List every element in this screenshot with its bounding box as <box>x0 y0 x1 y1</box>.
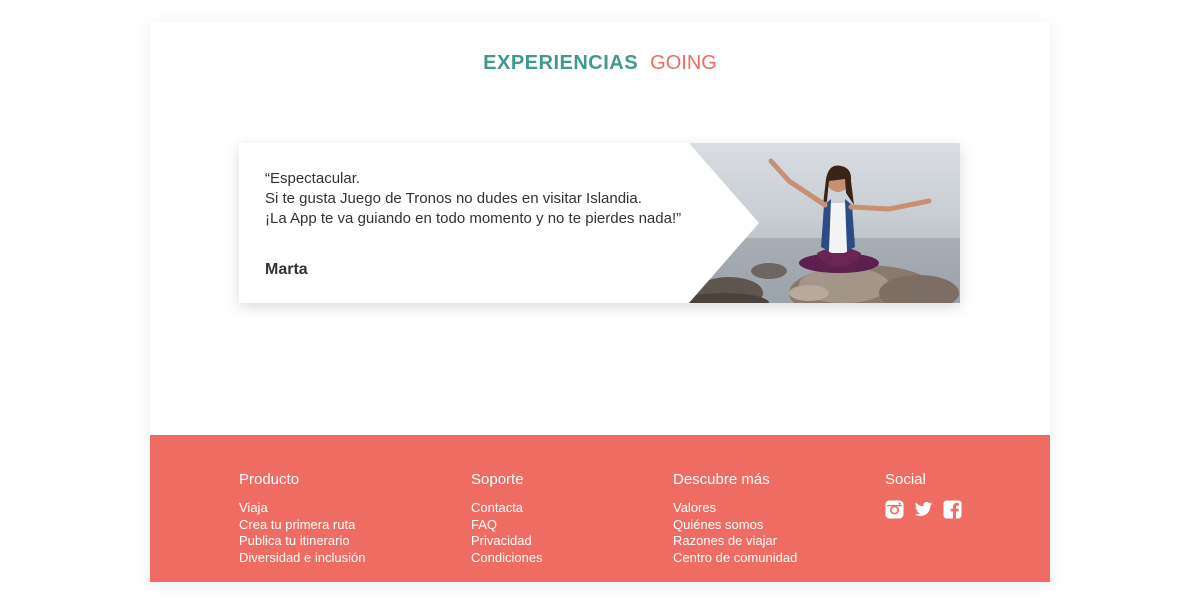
quote-line: “Espectacular. <box>265 170 361 187</box>
going-logo[interactable]: GOING <box>650 52 717 74</box>
quote-line: ¡La App te va guiando en todo momento y … <box>265 210 682 227</box>
footer-link-condiciones[interactable]: Condiciones <box>471 550 543 567</box>
testimonial-quote: “Espectacular. Si te gusta Juego de Tron… <box>265 169 705 229</box>
testimonial-author: Marta <box>265 261 308 278</box>
quote-line: Si te gusta Juego de Tronos no dudes en … <box>265 190 642 207</box>
page: EXPERIENCIAS GOING “Espectacular. Si te … <box>150 22 1050 582</box>
footer-link-quienes-somos[interactable]: Quiénes somos <box>673 517 797 534</box>
testimonial-card: “Espectacular. Si te gusta Juego de Tron… <box>239 143 960 303</box>
footer-link-diversidad[interactable]: Diversidad e inclusión <box>239 550 365 567</box>
footer-heading: Soporte <box>471 471 524 488</box>
footer-link-comunidad[interactable]: Centro de comunidad <box>673 550 797 567</box>
page-title: EXPERIENCIAS GOING <box>150 52 1050 75</box>
footer-link-faq[interactable]: FAQ <box>471 517 543 534</box>
footer-link-publica-itinerario[interactable]: Publica tu itinerario <box>239 533 365 550</box>
footer-link-contacta[interactable]: Contacta <box>471 500 543 517</box>
testimonial-photo <box>689 143 960 303</box>
footer-link-viaja[interactable]: Viaja <box>239 500 365 517</box>
footer-heading: Descubre más <box>673 471 770 488</box>
footer: Producto Viaja Crea tu primera ruta Publ… <box>150 435 1050 582</box>
page-title-text: EXPERIENCIAS <box>483 52 639 74</box>
footer-heading: Producto <box>239 471 300 488</box>
footer-column-social: Social <box>885 471 962 519</box>
footer-link-privacidad[interactable]: Privacidad <box>471 533 543 550</box>
facebook-icon[interactable] <box>943 500 962 519</box>
footer-link-crea-ruta[interactable]: Crea tu primera ruta <box>239 517 365 534</box>
footer-link-razones[interactable]: Razones de viajar <box>673 533 797 550</box>
twitter-icon[interactable] <box>914 500 933 519</box>
footer-link-valores[interactable]: Valores <box>673 500 797 517</box>
footer-column-soporte: Soporte Contacta FAQ Privacidad Condicio… <box>471 471 543 567</box>
footer-column-descubre: Descubre más Valores Quiénes somos Razon… <box>673 471 797 567</box>
footer-heading: Social <box>885 471 926 488</box>
footer-column-producto: Producto Viaja Crea tu primera ruta Publ… <box>239 471 365 567</box>
social-icons <box>885 500 962 519</box>
instagram-icon[interactable] <box>885 500 904 519</box>
